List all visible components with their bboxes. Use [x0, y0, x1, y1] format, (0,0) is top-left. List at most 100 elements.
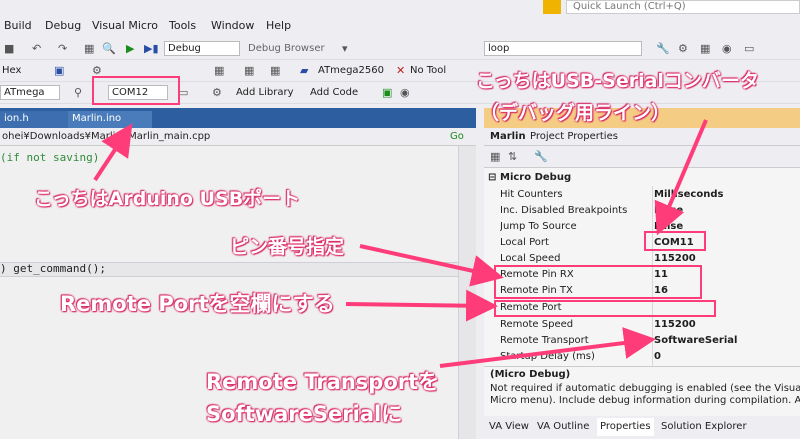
zoom-icon[interactable]: 🔍 — [102, 42, 116, 56]
annotation-transport-line1: Remote Transportを — [206, 370, 440, 394]
chevron-down-icon: ▾ — [342, 42, 348, 55]
wrench-icon[interactable]: 🔧 — [656, 42, 670, 56]
local-port-highlight — [644, 231, 706, 251]
property-value[interactable]: 115200 — [654, 317, 696, 333]
property-name: Local Port — [500, 237, 549, 248]
menu-debug[interactable]: Debug — [45, 19, 81, 32]
record-icon[interactable]: ◉ — [722, 42, 732, 56]
debug-run-icon[interactable]: ▣ — [382, 86, 392, 100]
category-micro-debug[interactable]: ⊟ Micro Debug — [484, 170, 800, 186]
file-path[interactable]: ohei¥Downloads¥Marlin¥Marlin_main.cpp — [2, 130, 210, 144]
category-label: Micro Debug — [500, 172, 572, 183]
start-icon[interactable]: ▶ — [126, 42, 134, 56]
property-row[interactable]: Local Port COM11 — [484, 235, 800, 251]
property-pages-icon[interactable]: 🔧 — [534, 150, 548, 164]
property-row[interactable]: Jump To Source False — [484, 219, 800, 235]
property-name: Remote Transport — [500, 335, 589, 346]
property-row[interactable]: Remote Speed 115200 — [484, 317, 800, 333]
annotation-debug-line: （デバッグ用ライン） — [480, 102, 671, 124]
find-icon[interactable]: ▦ — [84, 42, 94, 56]
board-select[interactable]: ATmega2560 — [318, 64, 384, 78]
grid-icon[interactable]: ▦ — [700, 42, 710, 56]
chip-icon: ▰ — [300, 64, 309, 77]
standard-toolbar: ■ ↶ ↷ ▦ 🔍 ▶ ▶▮ Debug Debug Browser ▾ loo… — [0, 38, 800, 60]
project-properties-label: Project Properties — [530, 131, 618, 142]
navigation-bar: ohei¥Downloads¥Marlin¥Marlin_main.cpp Go — [0, 128, 476, 146]
configuration-select[interactable]: Debug — [164, 41, 240, 56]
collapse-icon[interactable]: ⊟ — [488, 170, 496, 186]
annotation-remote-port: Remote Portを空欄にする — [60, 292, 335, 316]
menu-tools[interactable]: Tools — [169, 19, 196, 32]
property-row[interactable]: Remote Transport SoftwareSerial — [484, 333, 800, 349]
properties-toolbar: ▦ ⇅ 🔧 — [484, 146, 800, 168]
tab-properties[interactable]: Properties — [597, 418, 654, 436]
property-name: Remote Speed — [500, 319, 574, 330]
property-row[interactable]: Startup Delay (ms) 0 — [484, 349, 800, 365]
property-name: Jump To Source — [500, 221, 577, 232]
annotation-pin-number: ピン番号指定 — [230, 236, 345, 258]
tab-solution-explorer[interactable]: Solution Explorer — [658, 420, 750, 434]
gear-icon[interactable]: ⚙ — [212, 86, 222, 100]
annotation-arduino-usb: こっちはArduino USBポート — [34, 188, 301, 210]
play-circle-icon[interactable]: ◉ — [400, 86, 410, 100]
annotation-usb-serial: こっちはUSB-Serialコンバータ — [476, 70, 759, 92]
editor-scrollbar[interactable] — [458, 146, 476, 439]
menu-visual-micro[interactable]: Visual Micro — [92, 19, 158, 32]
property-value[interactable]: SoftwareSerial — [654, 333, 737, 349]
hex-label[interactable]: Hex — [2, 64, 21, 78]
property-name: Hit Counters — [500, 189, 563, 200]
board-icon[interactable]: ▦ — [214, 64, 224, 78]
property-row[interactable]: Inc. Disabled Breakpoints False — [484, 203, 800, 219]
menu-help[interactable]: Help — [266, 19, 291, 32]
serial-icon[interactable]: ▦ — [244, 64, 254, 78]
property-description: (Micro Debug) Not required if automatic … — [484, 366, 800, 416]
programmer-icon[interactable]: ▦ — [270, 64, 280, 78]
tool-icon: ✕ — [396, 64, 406, 77]
property-name: Inc. Disabled Breakpoints — [500, 205, 628, 216]
properties-object: Marlin Project Properties — [484, 128, 800, 146]
tool-window-tabs: VA View VA Outline Properties Solution E… — [484, 416, 800, 439]
tab-marlin-ino[interactable]: Marlin.ino — [68, 111, 152, 128]
settings-icon[interactable]: ⚙ — [678, 42, 688, 56]
categorized-icon[interactable]: ▦ — [490, 150, 500, 164]
tab-va-outline[interactable]: VA Outline — [534, 420, 592, 434]
window-icon[interactable]: ▭ — [744, 42, 754, 56]
redo-icon[interactable]: ↷ — [58, 42, 67, 56]
undo-icon[interactable]: ↶ — [32, 42, 41, 56]
annotation-transport-line2: SoftwareSerialに — [206, 402, 403, 426]
description-line: Not required if automatic debugging is e… — [490, 383, 800, 394]
remote-pins-highlight — [494, 265, 702, 299]
add-code-button[interactable]: Add Code — [310, 86, 358, 100]
remote-port-highlight — [494, 300, 716, 317]
step-icon[interactable]: ▶▮ — [144, 42, 159, 56]
stop-icon[interactable]: ■ — [4, 42, 14, 56]
alphabetical-icon[interactable]: ⇅ — [508, 150, 517, 164]
project-name: Marlin — [490, 131, 526, 142]
menu-build[interactable]: Build — [4, 19, 32, 32]
add-library-button[interactable]: Add Library — [236, 86, 294, 100]
quick-launch-input[interactable]: Quick Launch (Ctrl+Q) — [566, 0, 800, 14]
property-value[interactable]: 0 — [654, 349, 661, 365]
document-tabs: ion.h Marlin.ino — [0, 108, 476, 128]
debug-browser-select[interactable]: Debug Browser — [248, 42, 325, 56]
upload-icon[interactable]: ▣ — [54, 64, 64, 78]
menu-window[interactable]: Window — [211, 19, 254, 32]
menu-bar: Build Debug Visual Micro Tools Window He… — [0, 14, 800, 38]
property-value[interactable]: False — [654, 203, 683, 219]
tab-ion-h[interactable]: ion.h — [0, 111, 70, 128]
property-name: Startup Delay (ms) — [500, 351, 595, 362]
go-button[interactable]: Go — [450, 130, 464, 144]
tab-va-view[interactable]: VA View — [486, 420, 532, 434]
description-title: (Micro Debug) — [490, 369, 571, 380]
search-icon[interactable]: ⚲ — [74, 86, 82, 100]
code-line: ) get_command(); — [0, 262, 106, 275]
code-comment: (if not saving) — [0, 151, 100, 164]
description-line: Micro menu). Include debug information d… — [490, 395, 800, 406]
board-short-select[interactable]: ATmega — [0, 85, 60, 100]
property-value[interactable]: Milliseconds — [654, 187, 723, 203]
tool-select[interactable]: No Tool — [410, 64, 446, 78]
com-port-highlight — [92, 76, 180, 105]
property-row[interactable]: Hit Counters Milliseconds — [484, 187, 800, 203]
find-combo[interactable]: loop — [484, 41, 642, 56]
feedback-icon[interactable] — [543, 0, 561, 14]
